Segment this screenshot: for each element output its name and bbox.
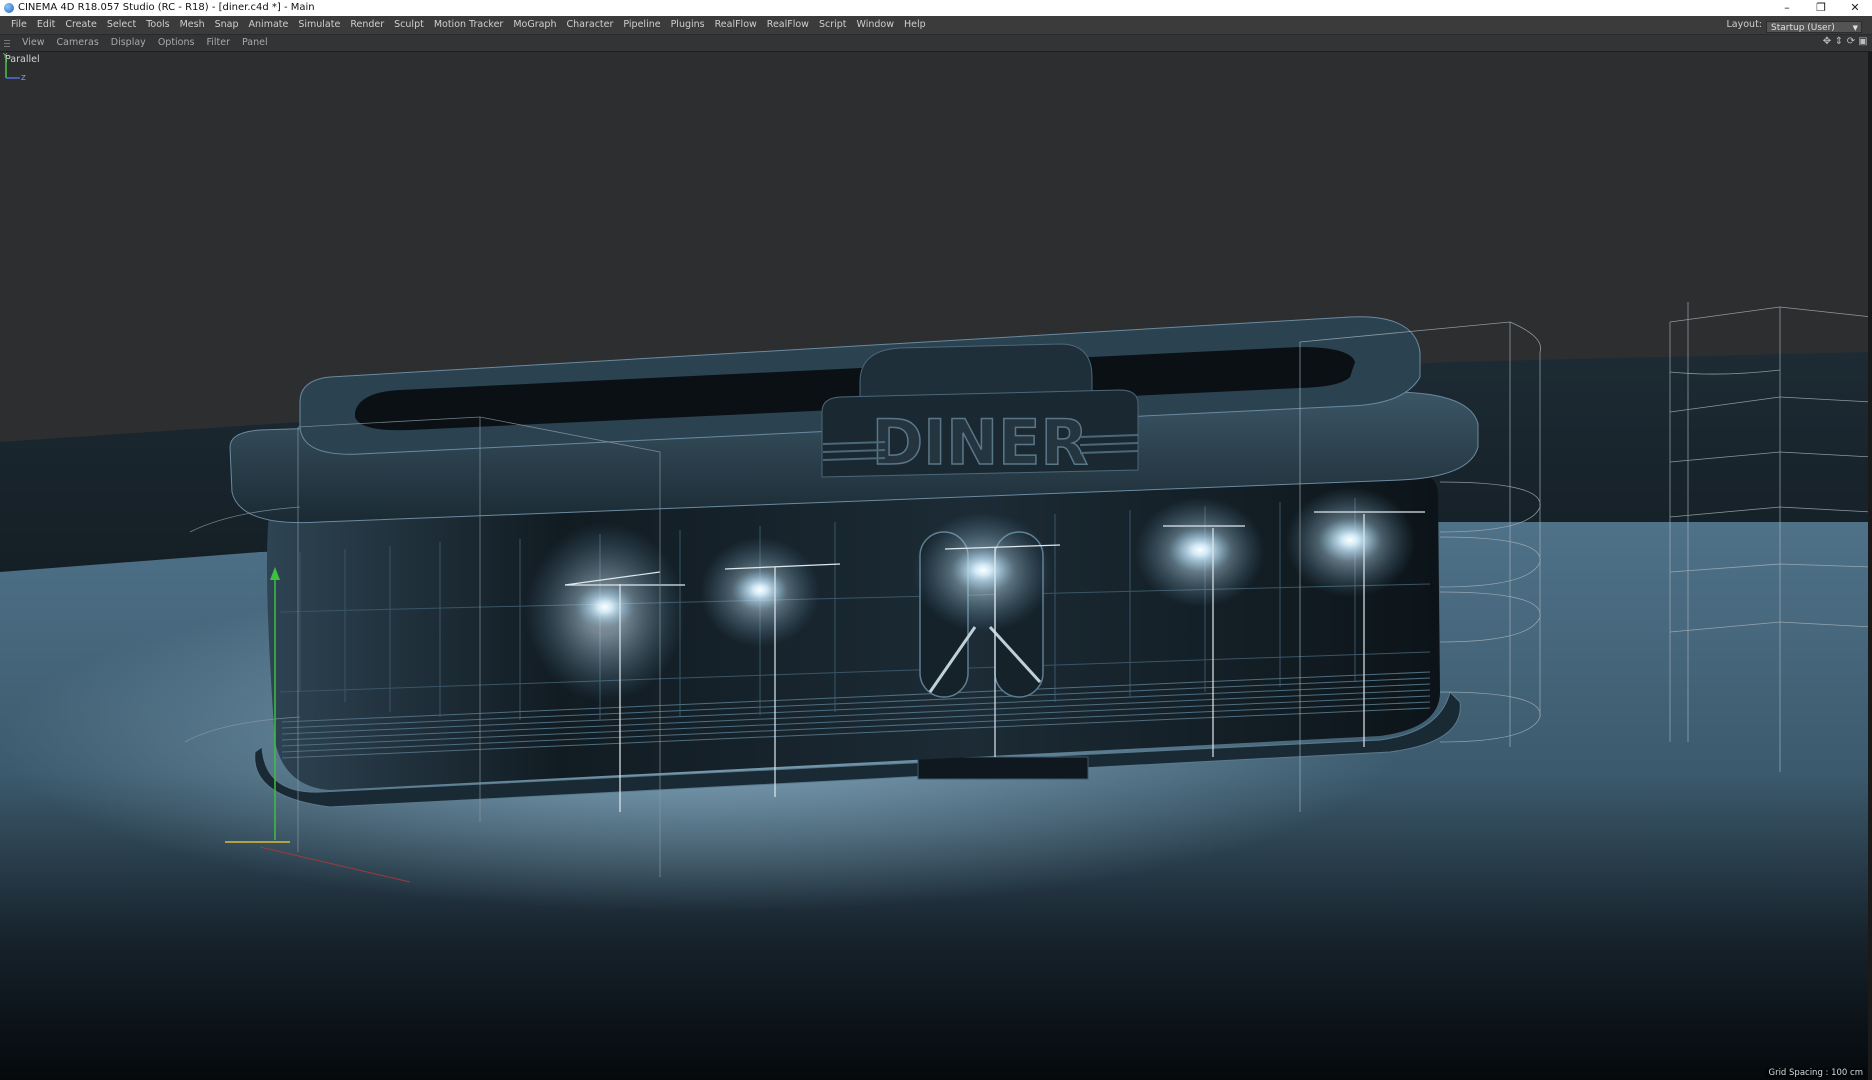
close-icon[interactable]: ✕	[1840, 0, 1870, 16]
viewport-menu-items: View Cameras Display Options Filter Panel	[16, 35, 274, 51]
axis-label-z: Z	[21, 74, 26, 82]
menu-plugins[interactable]: Plugins	[666, 16, 710, 34]
diner-sign-text: DINER	[872, 406, 1089, 479]
restore-icon[interactable]: ❐	[1806, 0, 1836, 16]
viewport-menu-options[interactable]: Options	[152, 35, 201, 51]
layout-label: Layout:	[1726, 19, 1763, 30]
menu-edit[interactable]: Edit	[32, 16, 60, 34]
viewport-nav-icons: ✥ ⇕ ⟳ ▣	[1822, 36, 1868, 48]
viewport-right-border	[1868, 52, 1872, 1080]
menu-tools[interactable]: Tools	[141, 16, 174, 34]
menu-animate[interactable]: Animate	[244, 16, 294, 34]
viewport-menu-panel[interactable]: Panel	[236, 35, 274, 51]
menu-mesh[interactable]: Mesh	[175, 16, 210, 34]
move-icon[interactable]: ✥	[1822, 36, 1832, 48]
world-axis-indicator: Y Z	[2, 52, 26, 82]
menu-items: File Edit Create Select Tools Mesh Snap Animate…	[6, 16, 931, 34]
axis-label-y: Y	[2, 52, 8, 60]
menu-snap[interactable]: Snap	[210, 16, 244, 34]
viewport-menu-display[interactable]: Display	[105, 35, 152, 51]
minimize-icon[interactable]: –	[1772, 0, 1802, 16]
menu-render[interactable]: Render	[345, 16, 389, 34]
cinema4d-app-icon	[4, 3, 14, 13]
menu-script[interactable]: Script	[814, 16, 852, 34]
drag-handle-icon[interactable]	[4, 39, 10, 47]
viewport-menu-bar: View Cameras Display Options Filter Panel ✥ ⇕…	[0, 35, 1872, 52]
menu-motion-tracker[interactable]: Motion Tracker	[429, 16, 509, 34]
3d-viewport[interactable]: DINER Parallel Y Z Grid Spacing: 100 cm	[0, 52, 1872, 1080]
menu-help[interactable]: Help	[899, 16, 931, 34]
menu-file[interactable]: File	[6, 16, 32, 34]
menu-sculpt[interactable]: Sculpt	[389, 16, 429, 34]
menu-simulate[interactable]: Simulate	[293, 16, 345, 34]
layout-dropdown-value: Startup (User)	[1771, 22, 1835, 33]
menu-pipeline[interactable]: Pipeline	[618, 16, 665, 34]
window-title: CINEMA 4D R18.057 Studio (RC - R18) - [d…	[18, 2, 315, 13]
menu-realflow[interactable]: RealFlow	[762, 16, 814, 34]
layout-dropdown[interactable]: Startup (User) ▼	[1766, 20, 1862, 33]
zoom-icon[interactable]: ⇕	[1834, 36, 1844, 48]
grid-spacing-readout: Grid Spacing : 100 cm	[1765, 1068, 1866, 1078]
menu-window[interactable]: Window	[852, 16, 899, 34]
menu-character[interactable]: Character	[561, 16, 618, 34]
main-menu-bar: File Edit Create Select Tools Mesh Snap Animate…	[0, 16, 1872, 35]
menu-select[interactable]: Select	[102, 16, 141, 34]
viewport-menu-filter[interactable]: Filter	[200, 35, 236, 51]
entrance-step	[917, 756, 1089, 780]
maximize-view-icon[interactable]: ▣	[1858, 36, 1868, 48]
title-bar: CINEMA 4D R18.057 Studio (RC - R18) - [d…	[0, 0, 1872, 17]
rotate-icon[interactable]: ⟳	[1846, 36, 1856, 48]
viewport-scene: DINER	[0, 52, 1872, 1080]
viewport-menu-cameras[interactable]: Cameras	[51, 35, 105, 51]
layout-area: Layout: Startup (User) ▼	[1726, 16, 1862, 34]
menu-create[interactable]: Create	[60, 16, 102, 34]
chevron-down-icon: ▼	[1852, 23, 1858, 32]
menu-mograph[interactable]: MoGraph	[508, 16, 561, 34]
menu-realflow[interactable]: RealFlow	[710, 16, 762, 34]
viewport-menu-view[interactable]: View	[16, 35, 51, 51]
